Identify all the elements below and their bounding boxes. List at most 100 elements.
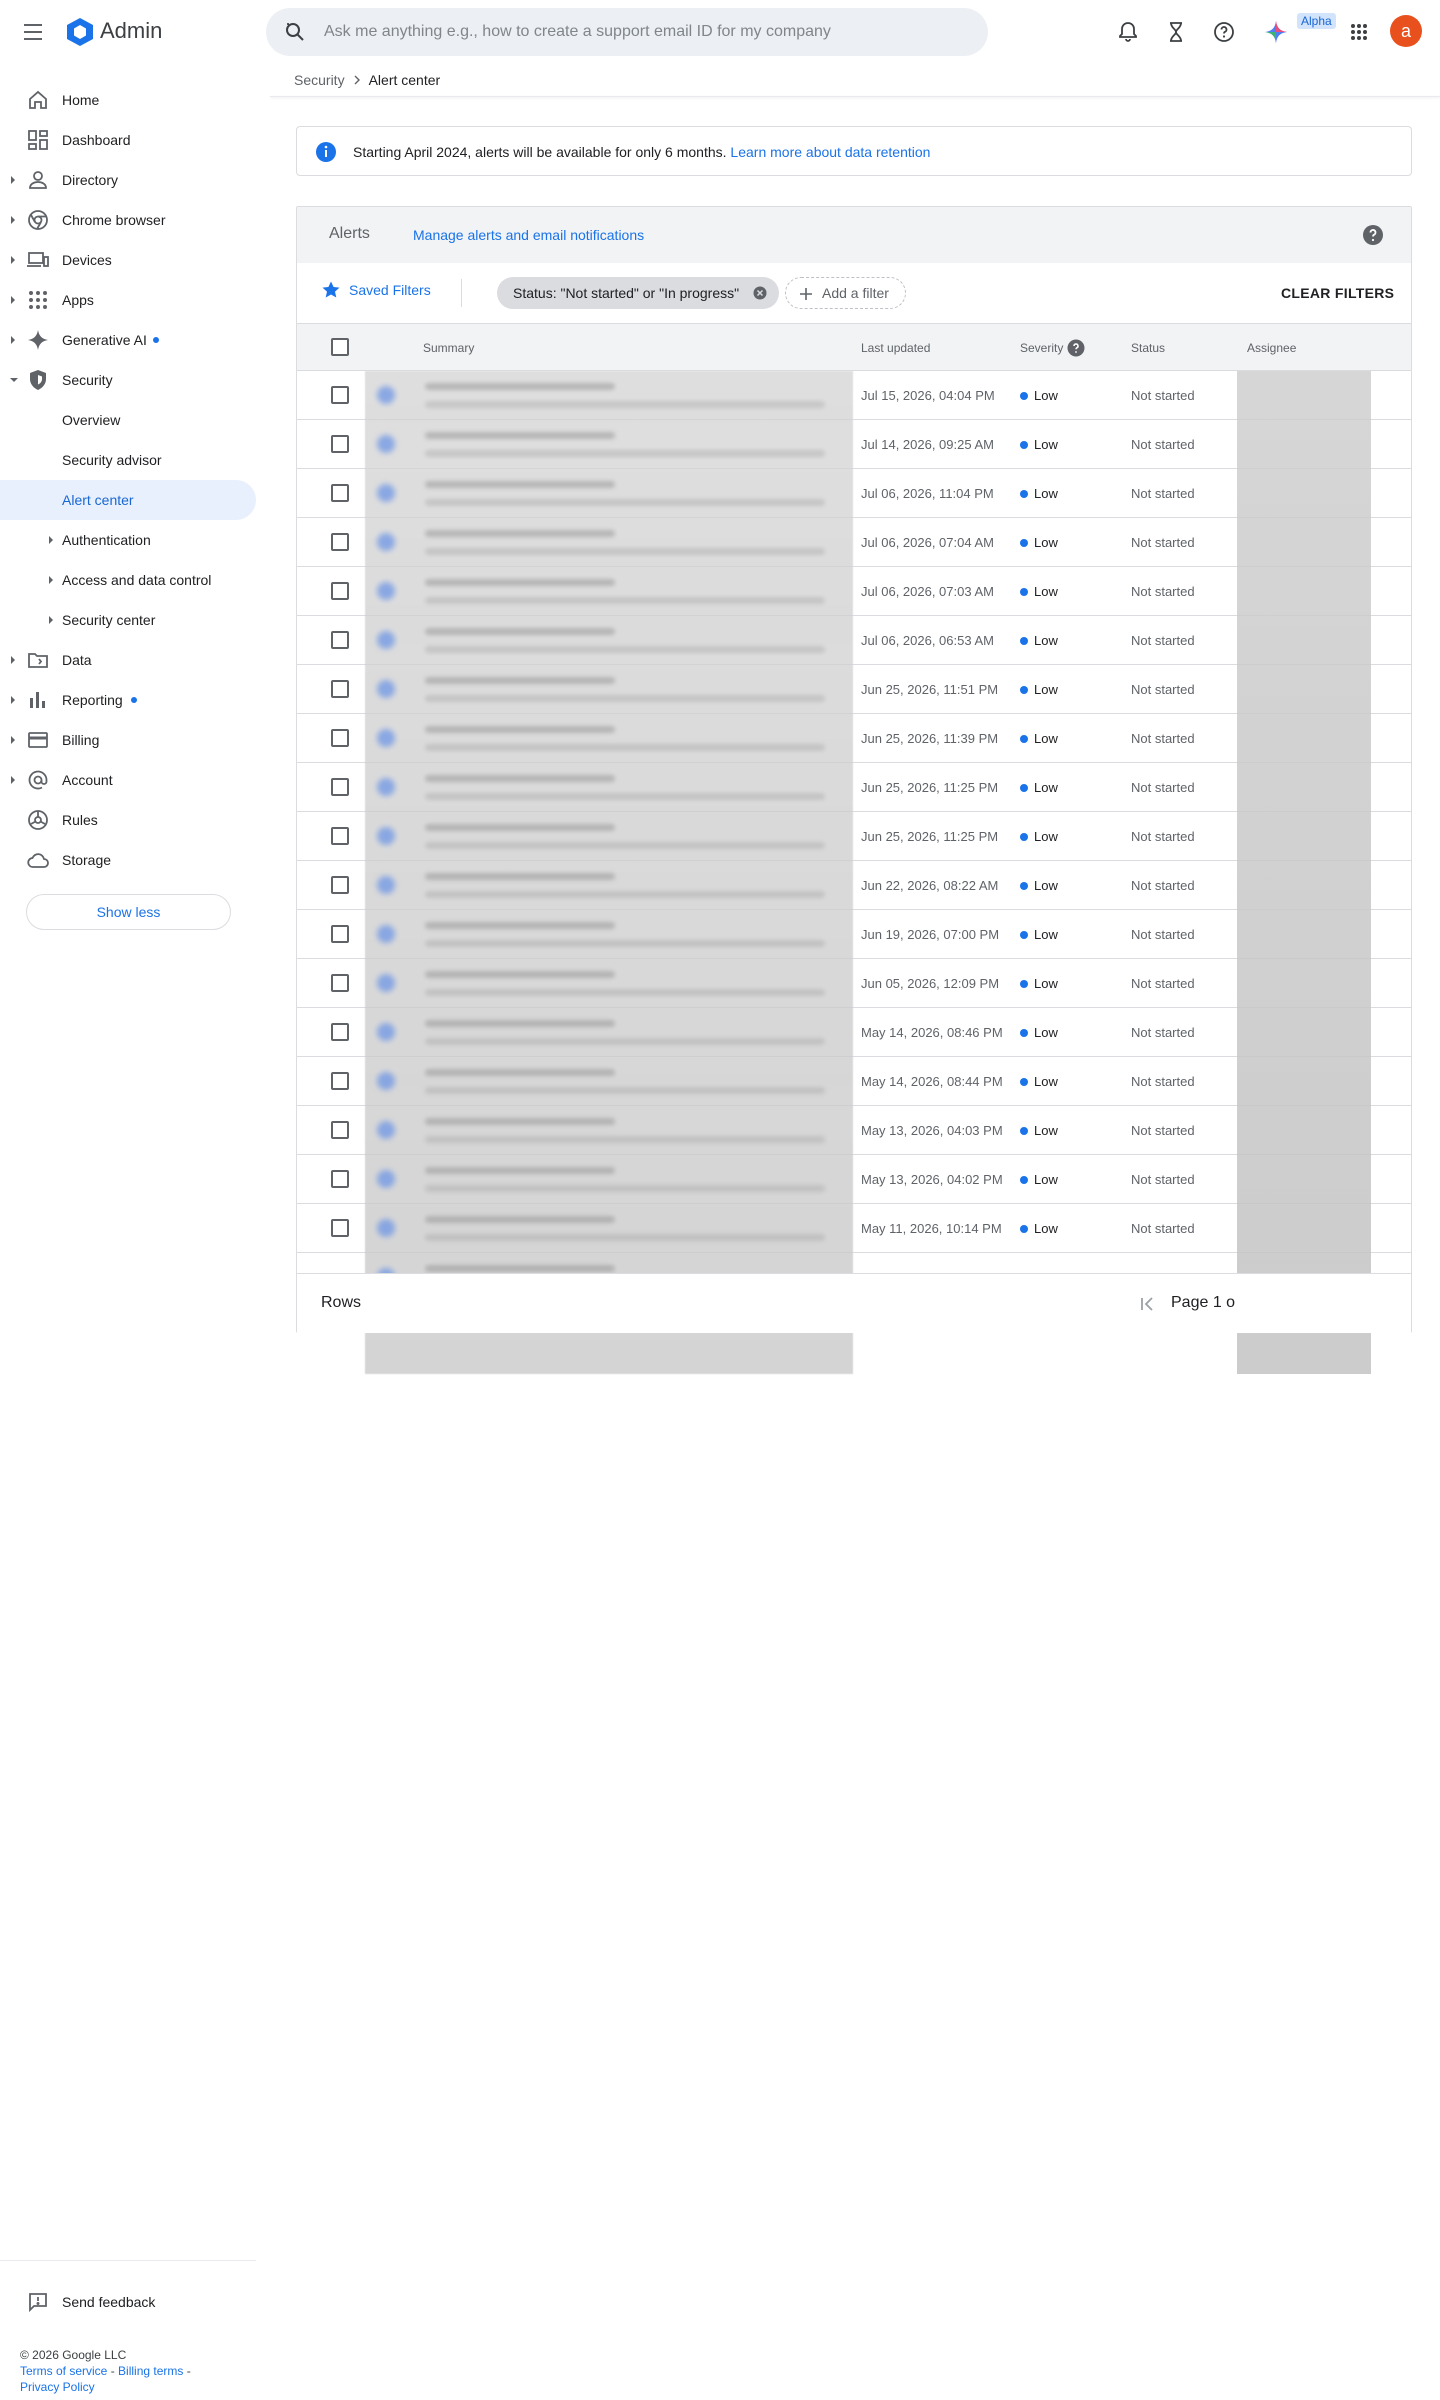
row-checkbox[interactable] xyxy=(331,1219,349,1237)
expand-caret-icon[interactable] xyxy=(9,655,17,665)
sidebar-item-security-advisor[interactable]: Security advisor xyxy=(0,440,256,480)
manage-alerts-link[interactable]: Manage alerts and email notifications xyxy=(413,227,644,243)
first-page-icon[interactable] xyxy=(1135,1292,1159,1316)
expand-caret-icon[interactable] xyxy=(9,215,17,225)
row-checkbox[interactable] xyxy=(331,876,349,894)
expand-caret-icon[interactable] xyxy=(47,615,55,625)
row-checkbox[interactable] xyxy=(331,386,349,404)
saved-filters-button[interactable]: Saved Filters xyxy=(321,280,431,300)
expand-caret-icon[interactable] xyxy=(9,695,17,705)
add-filter-button[interactable]: Add a filter xyxy=(785,277,906,309)
row-checkbox[interactable] xyxy=(331,680,349,698)
expand-caret-icon[interactable] xyxy=(47,535,55,545)
search-icon xyxy=(284,21,306,43)
row-checkbox[interactable] xyxy=(331,1121,349,1139)
collapse-caret-icon[interactable] xyxy=(9,375,18,385)
sidebar-item-security[interactable]: Security xyxy=(0,360,256,400)
redacted-title xyxy=(425,1216,615,1223)
help-circle-icon[interactable] xyxy=(1361,223,1385,247)
sidebar-item-billing[interactable]: Billing xyxy=(0,720,256,760)
select-all-checkbox[interactable] xyxy=(331,338,349,356)
sidebar-item-generative-ai[interactable]: Generative AI xyxy=(0,320,256,360)
billing-terms-link[interactable]: Billing terms xyxy=(118,2364,183,2378)
expand-caret-icon[interactable] xyxy=(9,175,17,185)
sidebar-item-rules[interactable]: Rules xyxy=(0,800,256,840)
sidebar-item-label: Data xyxy=(62,652,92,668)
redacted-description xyxy=(425,1234,825,1241)
severity-help-icon[interactable] xyxy=(1067,339,1085,357)
severity-label: Low xyxy=(1034,584,1058,599)
column-header-status[interactable]: Status xyxy=(1131,341,1165,355)
severity-dot xyxy=(1020,440,1028,449)
tasks-hourglass-icon[interactable] xyxy=(1163,19,1189,45)
search-input[interactable] xyxy=(322,8,962,56)
main-menu-icon[interactable] xyxy=(22,20,50,44)
expand-caret-icon[interactable] xyxy=(9,295,17,305)
sidebar-item-access-data-control[interactable]: Access and data control xyxy=(0,560,256,600)
row-checkbox[interactable] xyxy=(331,631,349,649)
column-header-assignee[interactable]: Assignee xyxy=(1247,341,1296,355)
privacy-link[interactable]: Privacy Policy xyxy=(20,2380,95,2394)
sidebar-item-dashboard[interactable]: Dashboard xyxy=(0,120,256,160)
account-avatar[interactable]: a xyxy=(1390,15,1422,47)
sidebar-item-alert-center[interactable]: Alert center xyxy=(0,480,256,520)
alert-type-icon xyxy=(377,582,395,600)
app-title[interactable]: Admin xyxy=(100,18,162,44)
row-checkbox[interactable] xyxy=(331,925,349,943)
person-icon xyxy=(26,168,50,192)
expand-caret-icon[interactable] xyxy=(9,735,17,745)
alert-type-icon xyxy=(377,680,395,698)
sidebar-item-home[interactable]: Home xyxy=(0,80,256,120)
breadcrumb-security-link[interactable]: Security xyxy=(294,72,345,88)
row-checkbox[interactable] xyxy=(331,1170,349,1188)
expand-caret-icon[interactable] xyxy=(9,335,17,345)
sidebar-item-security-center[interactable]: Security center xyxy=(0,600,256,640)
row-checkbox[interactable] xyxy=(331,778,349,796)
send-feedback-button[interactable]: Send feedback xyxy=(0,2282,256,2322)
row-checkbox[interactable] xyxy=(331,729,349,747)
row-checkbox[interactable] xyxy=(331,582,349,600)
terms-link[interactable]: Terms of service xyxy=(20,2364,107,2378)
sidebar-item-data[interactable]: Data xyxy=(0,640,256,680)
redacted-description xyxy=(425,401,825,408)
sidebar-item-reporting[interactable]: Reporting xyxy=(0,680,256,720)
help-icon[interactable] xyxy=(1211,19,1237,45)
sidebar-item-storage[interactable]: Storage xyxy=(0,840,256,880)
remove-filter-icon[interactable] xyxy=(753,286,767,300)
gemini-sparkle-icon[interactable] xyxy=(1263,19,1289,45)
severity-cell: Low xyxy=(1020,682,1058,697)
row-checkbox[interactable] xyxy=(331,484,349,502)
sidebar-item-apps[interactable]: Apps xyxy=(0,280,256,320)
severity-dot xyxy=(1020,489,1028,498)
expand-caret-icon[interactable] xyxy=(9,255,17,265)
column-header-severity[interactable]: Severity xyxy=(1020,341,1063,355)
row-checkbox[interactable] xyxy=(331,533,349,551)
sidebar-item-devices[interactable]: Devices xyxy=(0,240,256,280)
apps-launcher-icon[interactable] xyxy=(1346,19,1372,45)
severity-cell: Low xyxy=(1020,1123,1058,1138)
expand-caret-icon[interactable] xyxy=(9,775,17,785)
expand-caret-icon[interactable] xyxy=(47,575,55,585)
row-checkbox[interactable] xyxy=(331,827,349,845)
severity-label: Low xyxy=(1034,535,1058,550)
sidebar-item-authentication[interactable]: Authentication xyxy=(0,520,256,560)
learn-more-retention-link[interactable]: Learn more about data retention xyxy=(730,144,930,160)
row-checkbox[interactable] xyxy=(331,1072,349,1090)
status-filter-chip[interactable]: Status: "Not started" or "In progress" xyxy=(497,277,780,309)
row-checkbox[interactable] xyxy=(331,1023,349,1041)
sidebar-item-account[interactable]: Account xyxy=(0,760,256,800)
row-checkbox[interactable] xyxy=(331,435,349,453)
sidebar-item-directory[interactable]: Directory xyxy=(0,160,256,200)
search-bar[interactable] xyxy=(266,8,988,56)
admin-logo-icon[interactable] xyxy=(64,17,96,47)
notifications-bell-icon[interactable] xyxy=(1115,19,1141,45)
sidebar-item-overview[interactable]: Overview xyxy=(0,400,256,440)
alert-type-icon xyxy=(377,925,395,943)
sidebar-item-chrome-browser[interactable]: Chrome browser xyxy=(0,200,256,240)
sidebar-item-label: Generative AI xyxy=(62,332,147,348)
column-header-summary[interactable]: Summary xyxy=(423,341,474,355)
show-less-button[interactable]: Show less xyxy=(26,894,231,930)
row-checkbox[interactable] xyxy=(331,974,349,992)
column-header-last-updated[interactable]: Last updated xyxy=(861,341,930,355)
clear-filters-button[interactable]: CLEAR FILTERS xyxy=(1281,285,1394,301)
